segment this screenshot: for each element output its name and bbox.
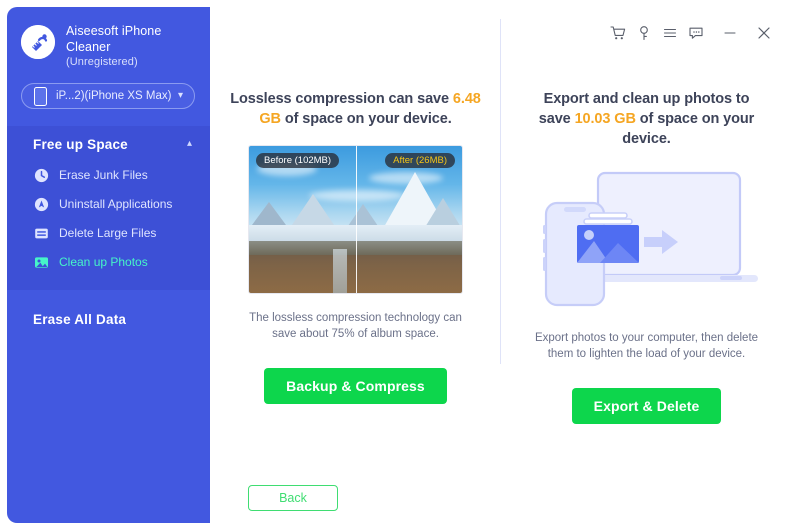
menu-icon[interactable] xyxy=(657,20,683,46)
sidebar-item-label: Erase Junk Files xyxy=(59,168,148,182)
phone-icon xyxy=(34,86,47,106)
device-selector-label: iP...2)(iPhone XS Max) xyxy=(56,90,172,102)
sidebar: Aiseesoft iPhone Cleaner (Unregistered) … xyxy=(7,7,210,523)
cart-icon[interactable] xyxy=(605,20,631,46)
app-rocket-icon xyxy=(34,197,49,212)
panel-lossless-compression: Lossless compression can save 6.48 GB of… xyxy=(210,89,501,424)
panel-headline: Export and clean up photos to save 10.03… xyxy=(528,89,766,149)
image-split-divider xyxy=(355,146,357,293)
panel-headline: Lossless compression can save 6.48 GB of… xyxy=(230,89,482,129)
export-and-delete-button[interactable]: Export & Delete xyxy=(571,388,722,424)
chevron-up-icon[interactable]: ▴ xyxy=(187,139,192,149)
feedback-icon[interactable] xyxy=(683,20,709,46)
app-title-line2: Cleaner xyxy=(66,39,111,54)
image-river xyxy=(333,249,347,293)
sidebar-item-erase-all-data[interactable]: Erase All Data xyxy=(33,312,210,327)
window-titlebar xyxy=(605,20,777,46)
before-badge: Before (102MB) xyxy=(256,153,340,168)
app-brand: Aiseesoft iPhone Cleaner (Unregistered) xyxy=(7,7,210,70)
footer-bar: Back xyxy=(248,485,338,511)
sidebar-item-uninstall-applications[interactable]: Uninstall Applications xyxy=(7,191,210,217)
file-lines-icon xyxy=(34,226,49,241)
panel-caption: The lossless compression technology can … xyxy=(249,312,462,340)
headline-post: of space on your device. xyxy=(284,111,452,127)
minimize-icon[interactable] xyxy=(717,20,743,46)
photo-icon xyxy=(34,255,49,270)
app-window: Aiseesoft iPhone Cleaner (Unregistered) … xyxy=(0,0,800,530)
sidebar-item-label: Delete Large Files xyxy=(59,226,157,240)
clock-icon xyxy=(34,168,49,183)
headline-pre: Lossless compression can save xyxy=(230,91,449,107)
sidebar-item-erase-junk-files[interactable]: Erase Junk Files xyxy=(7,162,210,188)
app-title: Aiseesoft iPhone Cleaner (Unregistered) xyxy=(66,24,161,70)
chevron-down-icon: ▾ xyxy=(177,90,183,101)
sidebar-section-erase-all-data: Erase All Data xyxy=(7,312,210,327)
nav-group-header[interactable]: Free up Space ▴ xyxy=(7,126,210,162)
panel-export-clean-up: Export and clean up photos to save 10.03… xyxy=(501,89,792,424)
nav-group-title: Free up Space xyxy=(33,136,128,152)
before-after-image: Before (102MB) After (26MB) xyxy=(249,146,462,293)
sidebar-item-label: Clean up Photos xyxy=(59,255,148,269)
headline-post: of space on your device. xyxy=(622,111,755,147)
app-title-line1: Aiseesoft iPhone xyxy=(66,24,162,38)
registration-status: (Unregistered) xyxy=(66,56,138,68)
device-selector[interactable]: iP...2)(iPhone XS Max) ▾ xyxy=(21,83,195,109)
broom-circle-icon xyxy=(21,25,55,59)
headline-value: 10.03 GB xyxy=(574,111,636,127)
sidebar-item-clean-up-photos[interactable]: Clean up Photos xyxy=(7,249,210,275)
sidebar-item-label: Uninstall Applications xyxy=(59,197,173,211)
back-button[interactable]: Back xyxy=(248,485,338,511)
close-icon[interactable] xyxy=(751,20,777,46)
phone-to-laptop-photo-transfer-illustration xyxy=(534,163,760,313)
key-icon[interactable] xyxy=(631,20,657,46)
nav-group-free-up-space: Free up Space ▴ Erase Junk Files Uninsta… xyxy=(7,126,210,290)
sidebar-item-delete-large-files[interactable]: Delete Large Files xyxy=(7,220,210,246)
main-content: Lossless compression can save 6.48 GB of… xyxy=(210,7,793,523)
panel-caption: Export photos to your computer, then del… xyxy=(534,332,759,360)
panels-container: Lossless compression can save 6.48 GB of… xyxy=(210,89,793,424)
after-badge: After (26MB) xyxy=(385,153,455,168)
backup-and-compress-button[interactable]: Backup & Compress xyxy=(264,368,447,404)
